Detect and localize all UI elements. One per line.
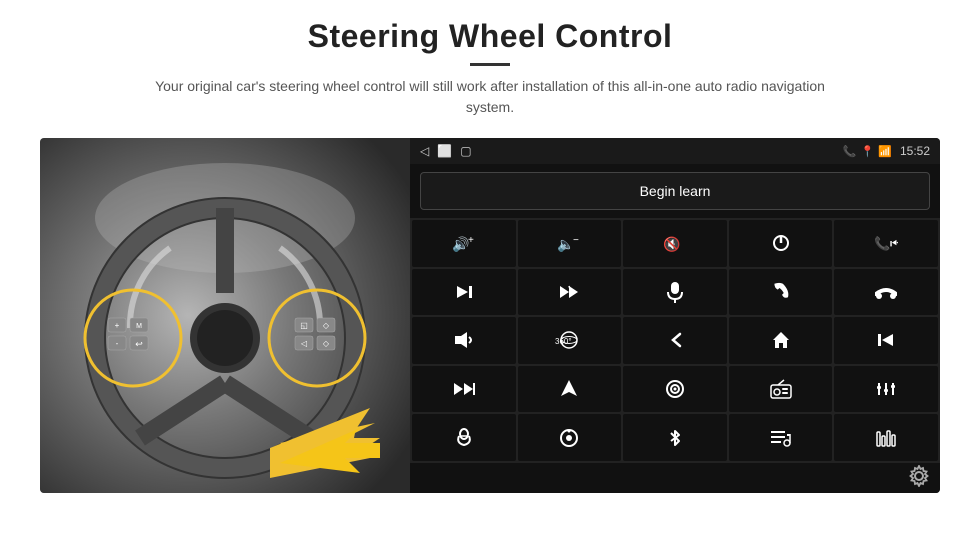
call-prev-btn[interactable]: 📞⏮ <box>834 220 938 267</box>
vol-down-btn[interactable]: 🔈− <box>518 220 622 267</box>
svg-text:M: M <box>136 323 142 330</box>
phone-icon: 📞 <box>843 145 857 158</box>
svg-text:+: + <box>468 235 474 246</box>
svg-text:+: + <box>115 321 120 330</box>
svg-text:📞: 📞 <box>874 235 891 251</box>
nav-home-icon[interactable]: ⬜ <box>437 144 452 158</box>
wifi-icon: 📶 <box>878 145 892 158</box>
controls-grid: 🔊+ 🔈− 🔇 📞⏮ <box>410 218 940 463</box>
status-bar: ◁ ⬜ ▢ 📞 📍 📶 15:52 <box>410 138 940 164</box>
equalizer-btn[interactable] <box>834 414 938 461</box>
content-area: + - M ↩ ◱ ◁ ◇ ◇ <box>40 138 940 493</box>
music-btn[interactable] <box>729 414 833 461</box>
nav-back-icon[interactable]: ◁ <box>420 144 429 158</box>
title-divider <box>470 63 510 66</box>
begin-learn-button[interactable]: Begin learn <box>420 172 930 210</box>
svg-text:-: - <box>116 339 119 348</box>
car-image: + - M ↩ ◱ ◁ ◇ ◇ <box>40 138 410 493</box>
360-btn[interactable]: 360° <box>518 317 622 364</box>
call-btn[interactable] <box>729 269 833 316</box>
svg-text:◱: ◱ <box>300 321 308 330</box>
android-screen: ◁ ⬜ ▢ 📞 📍 📶 15:52 Begin learn <box>410 138 940 493</box>
hangup-btn[interactable] <box>834 269 938 316</box>
mute-btn[interactable]: 🔇 <box>623 220 727 267</box>
fast-forward-btn[interactable] <box>412 366 516 413</box>
skip-btn[interactable] <box>518 269 622 316</box>
title-section: Steering Wheel Control Your original car… <box>40 18 940 118</box>
home-btn[interactable] <box>729 317 833 364</box>
svg-text:🔇: 🔇 <box>663 236 680 253</box>
eq-settings-btn[interactable] <box>834 366 938 413</box>
svg-text:◇: ◇ <box>323 321 330 330</box>
subtitle: Your original car's steering wheel contr… <box>140 76 840 118</box>
svg-text:↩: ↩ <box>135 339 143 349</box>
settings-icon[interactable] <box>908 465 930 492</box>
prev-track-btn[interactable] <box>834 317 938 364</box>
svg-text:🔈: 🔈 <box>557 236 574 253</box>
svg-text:🔊: 🔊 <box>452 235 469 253</box>
status-bar-right: 📞 📍 📶 15:52 <box>843 144 930 158</box>
page-title: Steering Wheel Control <box>40 18 940 55</box>
nav-recent-icon[interactable]: ▢ <box>460 144 471 158</box>
page: Steering Wheel Control Your original car… <box>0 0 980 548</box>
settings-row <box>410 463 940 493</box>
svg-text:◁: ◁ <box>301 339 308 348</box>
power-btn[interactable] <box>729 220 833 267</box>
begin-learn-row: Begin learn <box>410 164 940 218</box>
mic-btn[interactable] <box>623 269 727 316</box>
bluetooth-btn[interactable] <box>623 414 727 461</box>
navigate-btn[interactable] <box>518 366 622 413</box>
status-bar-left: ◁ ⬜ ▢ <box>420 144 472 158</box>
vol-up-btn[interactable]: 🔊+ <box>412 220 516 267</box>
knob-btn[interactable] <box>518 414 622 461</box>
svg-text:⏮: ⏮ <box>890 236 898 251</box>
radio-btn[interactable] <box>729 366 833 413</box>
status-time: 15:52 <box>900 144 930 158</box>
location-icon: 📍 <box>861 145 875 158</box>
back-btn[interactable] <box>623 317 727 364</box>
next-track-btn[interactable] <box>412 269 516 316</box>
source-btn[interactable] <box>623 366 727 413</box>
svg-text:−: − <box>573 235 579 246</box>
speaker-btn[interactable] <box>412 317 516 364</box>
svg-text:◇: ◇ <box>323 339 330 348</box>
mic2-btn[interactable] <box>412 414 516 461</box>
